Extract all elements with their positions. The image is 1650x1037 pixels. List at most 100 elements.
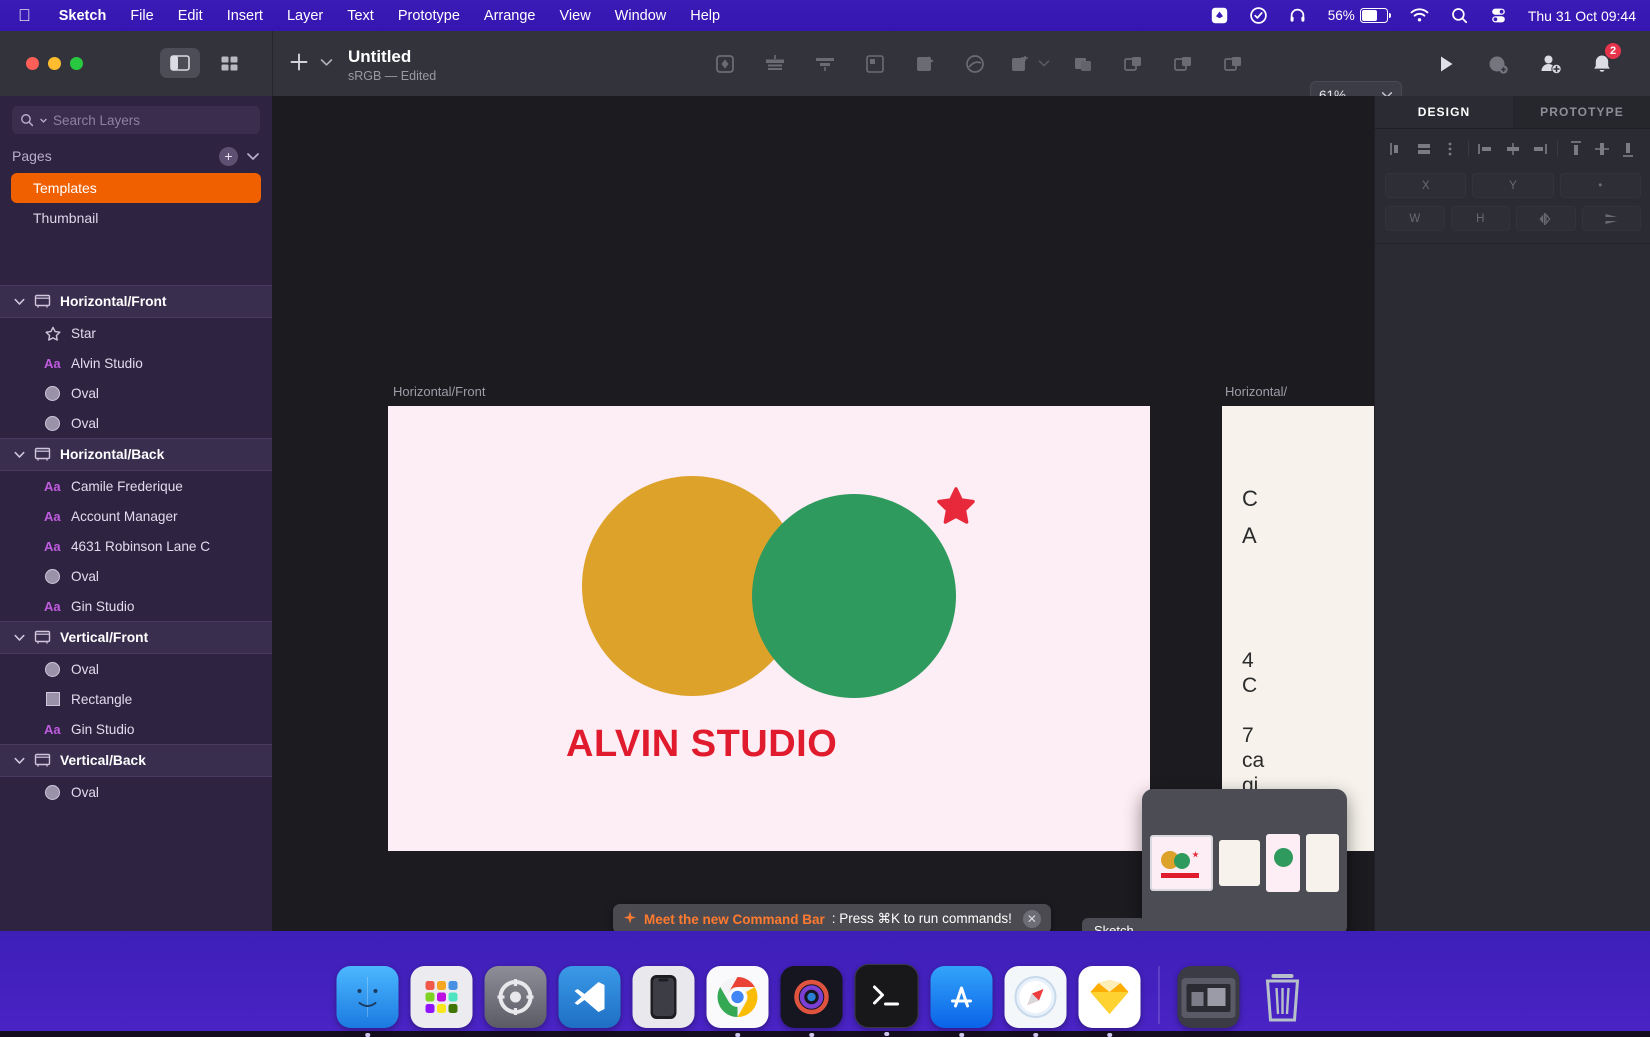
menu-item-help[interactable]: Help [678, 8, 732, 24]
add-collaborator-button[interactable] [1524, 31, 1576, 96]
layer-item-oval[interactable]: Oval [0, 561, 272, 591]
y-position-field[interactable]: Y [1472, 173, 1553, 198]
menu-item-prototype[interactable]: Prototype [386, 8, 472, 24]
toggle-layers-view-button[interactable] [160, 48, 200, 78]
dropbox-icon[interactable] [1200, 7, 1239, 24]
page-item-templates[interactable]: Templates [11, 173, 261, 203]
difference-icon[interactable] [1208, 31, 1258, 96]
menu-item-arrange[interactable]: Arrange [472, 8, 548, 24]
notifications-button[interactable]: 2 [1576, 31, 1628, 96]
dock-item-launchpad[interactable] [411, 966, 473, 1028]
search-layers-field[interactable]: Search Layers [12, 106, 260, 134]
union-icon[interactable] [1058, 31, 1108, 96]
x-position-field[interactable]: X [1385, 173, 1466, 198]
align-left-icon[interactable] [1385, 136, 1411, 162]
checkmark-circle-icon[interactable] [1239, 7, 1278, 24]
dock-window-preview[interactable] [1142, 789, 1347, 931]
align-right-edge-icon[interactable] [1526, 136, 1552, 162]
align-top-icon[interactable] [1563, 136, 1589, 162]
artboard-horizontal-back[interactable]: C A 4 C 7 ca gi [1222, 406, 1374, 851]
layer-item-oval[interactable]: Oval [0, 654, 272, 684]
dock-item-system-settings[interactable] [485, 966, 547, 1028]
artboard-label-horizontal-front[interactable]: Horizontal/Front [393, 384, 485, 399]
component-icon[interactable] [850, 31, 900, 96]
spotlight-search-icon[interactable] [1440, 7, 1479, 24]
control-center-icon[interactable] [1479, 7, 1518, 24]
artboard-title-text[interactable]: ALVIN STUDIO [566, 723, 837, 766]
dock-item-terminal[interactable] [855, 964, 919, 1028]
artboard-icon[interactable] [1000, 31, 1058, 96]
preview-thumb-2[interactable] [1219, 840, 1260, 886]
align-distribute-icon[interactable] [750, 31, 800, 96]
apple-logo-icon[interactable]:  [18, 7, 31, 24]
layer-item-star[interactable]: Star [0, 318, 272, 348]
dock-item-finder[interactable] [337, 966, 399, 1028]
rotation-field[interactable]: • [1560, 173, 1641, 198]
layer-item-oval[interactable]: Oval [0, 378, 272, 408]
layer-item-account-manager[interactable]: Aa Account Manager [0, 501, 272, 531]
intersect-icon[interactable] [1158, 31, 1208, 96]
wifi-icon[interactable] [1399, 8, 1440, 23]
dock-item-safari[interactable] [1005, 966, 1067, 1028]
preview-thumb-3[interactable] [1266, 834, 1299, 892]
layer-item-address[interactable]: Aa 4631 Robinson Lane C [0, 531, 272, 561]
flip-vertical-button[interactable] [1582, 206, 1642, 231]
menu-bar-clock[interactable]: Thu 31 Oct 09:44 [1518, 8, 1636, 24]
menu-item-window[interactable]: Window [603, 8, 679, 24]
menu-item-insert[interactable]: Insert [215, 8, 275, 24]
layer-group-horizontal-back[interactable]: Horizontal/Back [0, 438, 272, 471]
layer-group-vertical-back[interactable]: Vertical/Back [0, 744, 272, 777]
chevron-down-icon[interactable] [246, 152, 260, 161]
headphones-icon[interactable] [1278, 7, 1317, 24]
maximize-window-button[interactable] [70, 57, 83, 70]
menu-item-view[interactable]: View [548, 8, 603, 24]
layer-item-gin-studio[interactable]: Aa Gin Studio [0, 714, 272, 744]
dock-item-sketch[interactable] [1079, 966, 1141, 1028]
align-center-icon[interactable] [1500, 136, 1526, 162]
insert-component-button[interactable] [1472, 31, 1524, 96]
artboard-label-horizontal-back[interactable]: Horizontal/ [1225, 384, 1287, 399]
layer-group-horizontal-front[interactable]: Horizontal/Front [0, 285, 272, 318]
cloud-icon[interactable] [950, 31, 1000, 96]
dock-item-downloads-folder[interactable] [1178, 966, 1240, 1028]
mask-icon[interactable] [700, 31, 750, 96]
width-field[interactable]: W [1385, 206, 1445, 231]
star-red-shape[interactable] [936, 486, 976, 526]
layer-item-alvin-studio[interactable]: Aa Alvin Studio [0, 348, 272, 378]
battery-status[interactable]: 56% [1317, 8, 1399, 23]
layer-item-oval[interactable]: Oval [0, 777, 272, 807]
dock-item-orbit-app[interactable] [781, 966, 843, 1028]
subtract-icon[interactable] [1108, 31, 1158, 96]
layer-item-camile-frederique[interactable]: Aa Camile Frederique [0, 471, 272, 501]
preview-thumb-1[interactable] [1150, 835, 1213, 891]
preview-thumb-4[interactable] [1306, 834, 1339, 892]
add-page-icon[interactable]: + [219, 147, 238, 166]
preview-play-button[interactable] [1420, 31, 1472, 96]
menu-item-layer[interactable]: Layer [275, 8, 335, 24]
menu-item-file[interactable]: File [118, 8, 165, 24]
dock-item-trash[interactable] [1252, 966, 1314, 1028]
layer-group-vertical-front[interactable]: Vertical/Front [0, 621, 272, 654]
dock-item-google-chrome[interactable] [707, 966, 769, 1028]
page-item-thumbnail[interactable]: Thumbnail [11, 203, 261, 233]
align-center-horizontal-icon[interactable] [1411, 136, 1437, 162]
close-window-button[interactable] [26, 57, 39, 70]
align-bottom-icon[interactable] [1615, 136, 1641, 162]
flip-horizontal-button[interactable] [1516, 206, 1576, 231]
layer-item-rectangle[interactable]: Rectangle [0, 684, 272, 714]
smart-layout-icon[interactable] [900, 31, 950, 96]
menu-item-text[interactable]: Text [335, 8, 386, 24]
tab-prototype[interactable]: PROTOTYPE [1513, 96, 1650, 128]
height-field[interactable]: H [1451, 206, 1511, 231]
dock-item-visual-studio-code[interactable] [559, 966, 621, 1028]
insert-menu[interactable] [288, 51, 333, 73]
tab-design[interactable]: DESIGN [1375, 96, 1513, 128]
oval-green-shape[interactable] [752, 494, 956, 698]
artboard-horizontal-front[interactable]: ALVIN STUDIO [388, 406, 1150, 851]
dock-item-app-store[interactable] [931, 966, 993, 1028]
layer-item-oval[interactable]: Oval [0, 408, 272, 438]
layer-item-gin-studio[interactable]: Aa Gin Studio [0, 591, 272, 621]
minimize-window-button[interactable] [48, 57, 61, 70]
distribute-horizontal-icon[interactable] [1437, 136, 1463, 162]
align-middle-icon[interactable] [1589, 136, 1615, 162]
